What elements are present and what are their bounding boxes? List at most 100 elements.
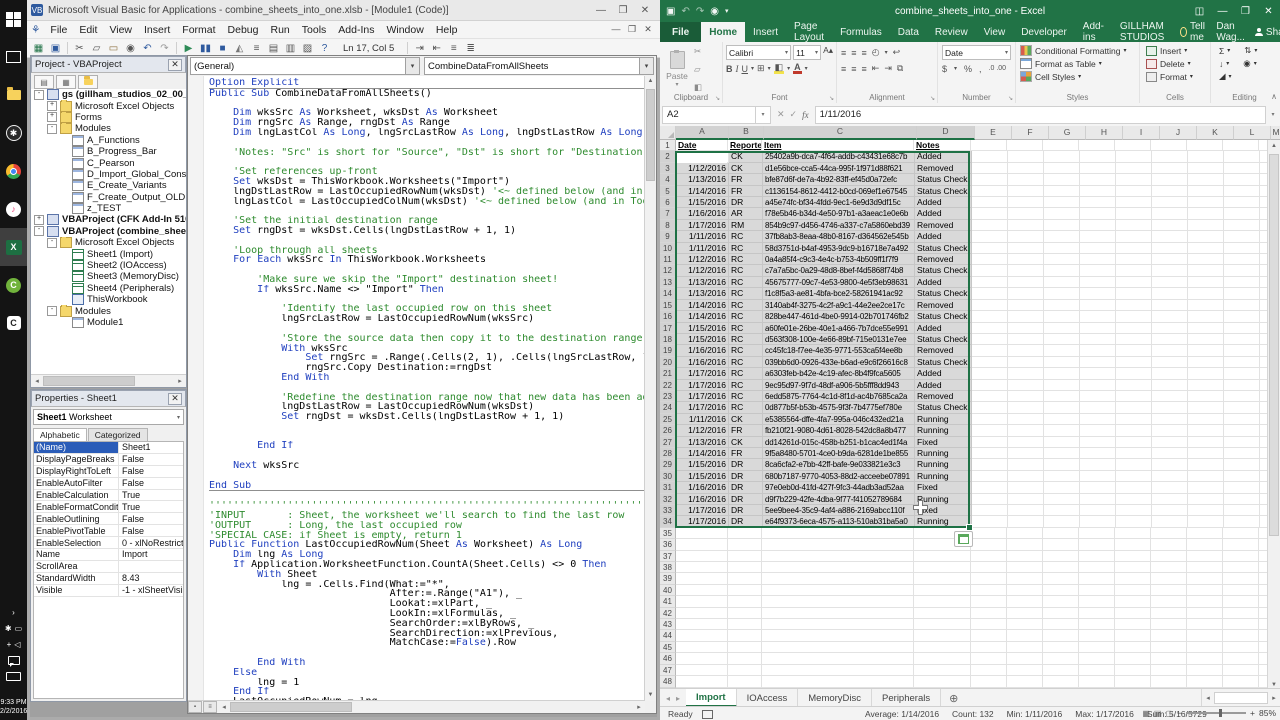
column-header-I[interactable]: I: [1123, 126, 1160, 140]
cell[interactable]: [1152, 380, 1188, 391]
fill-color-button[interactable]: ◧: [774, 63, 785, 74]
cell[interactable]: [1188, 471, 1224, 482]
code-line[interactable]: Next wksSrc: [209, 461, 645, 471]
cell[interactable]: 58d3751d-b4af-4953-9dc9-b16718e7a492: [763, 243, 915, 254]
cell[interactable]: [762, 665, 914, 676]
align-top-button[interactable]: ≡: [841, 48, 846, 58]
cell[interactable]: [1224, 300, 1260, 311]
cell[interactable]: Fixed: [915, 482, 972, 493]
project-hscrollbar[interactable]: ◂▸: [31, 374, 186, 387]
cell[interactable]: 1/11/2016: [677, 243, 729, 254]
cell[interactable]: [1116, 357, 1152, 368]
code-line[interactable]: [209, 206, 645, 216]
cell[interactable]: 0a4a85f4-c9c3-4e4c-b753-4b509ff1f7f9: [763, 254, 915, 265]
cell[interactable]: [1008, 208, 1044, 219]
cell[interactable]: [914, 630, 971, 641]
property-row[interactable]: DisplayRightToLeftFalse: [34, 466, 183, 478]
cell[interactable]: [728, 573, 762, 584]
excel-title-bar[interactable]: combine_sheets_into_one - Excel ▣ ↶ ↷ ◉ …: [660, 0, 1280, 22]
cell[interactable]: [1115, 608, 1151, 619]
cell[interactable]: [1187, 573, 1223, 584]
expand-formula-bar-icon[interactable]: ▾: [1266, 111, 1280, 118]
cell[interactable]: [1151, 608, 1187, 619]
cell[interactable]: Added: [915, 277, 972, 288]
property-row[interactable]: ScrollArea: [34, 561, 183, 573]
cell[interactable]: [728, 528, 762, 539]
cell[interactable]: 6edd5875-7764-4c1d-8f1d-ac4b7685ca2a: [763, 391, 915, 402]
cell[interactable]: [1188, 505, 1224, 516]
code-line[interactable]: [209, 422, 645, 432]
cell[interactable]: [1188, 197, 1224, 208]
property-value[interactable]: False: [119, 478, 183, 488]
tree-expander-icon[interactable]: -: [47, 238, 57, 248]
cell[interactable]: 1/17/2016: [677, 391, 729, 402]
cell[interactable]: [1188, 448, 1224, 459]
cell[interactable]: [1188, 357, 1224, 368]
cell[interactable]: [1008, 402, 1044, 413]
column-header-K[interactable]: K: [1197, 126, 1234, 140]
cell[interactable]: [1079, 573, 1115, 584]
cell[interactable]: a45e74fc-bf34-4fdd-9ec1-6e9d3d9df15c: [763, 197, 915, 208]
cell[interactable]: RC: [729, 357, 763, 368]
cell[interactable]: [1044, 459, 1080, 470]
tree-item[interactable]: +Microsoft Excel Objects: [31, 100, 186, 111]
cell[interactable]: [1224, 197, 1260, 208]
cell[interactable]: [1044, 357, 1080, 368]
cell[interactable]: [972, 380, 1008, 391]
cell[interactable]: RC: [729, 288, 763, 299]
cell[interactable]: [972, 357, 1008, 368]
cell[interactable]: [914, 676, 971, 687]
property-value[interactable]: False: [119, 466, 183, 476]
accounting-format-button[interactable]: $: [942, 64, 947, 74]
cell[interactable]: [1007, 573, 1043, 584]
row-header-19[interactable]: 19: [660, 345, 677, 356]
cell[interactable]: [1080, 323, 1116, 334]
cell[interactable]: [1152, 186, 1188, 197]
row-header-6[interactable]: 6: [660, 197, 677, 208]
zoom-in-icon[interactable]: +: [1250, 708, 1255, 718]
cell[interactable]: [1152, 277, 1188, 288]
cell[interactable]: [1080, 425, 1116, 436]
property-value[interactable]: False: [119, 454, 183, 464]
cell[interactable]: [1187, 630, 1223, 641]
cell[interactable]: [1151, 619, 1187, 630]
cell[interactable]: [1151, 528, 1187, 539]
new-sheet-icon[interactable]: ⊕: [941, 689, 966, 707]
camtasia-icon[interactable]: C: [0, 266, 27, 304]
tree-item[interactable]: F_Create_Output_OLD: [31, 192, 186, 203]
break-icon[interactable]: ▮▮: [198, 41, 213, 56]
code-line[interactable]: 'Loop through all sheets: [209, 246, 645, 256]
prev-sheet-icon[interactable]: ◂: [666, 694, 670, 703]
cell[interactable]: [1188, 186, 1224, 197]
project-explorer-icon[interactable]: ≡: [249, 41, 264, 56]
autosum-button[interactable]: Σ: [1219, 46, 1224, 56]
cell[interactable]: [1116, 334, 1152, 345]
cell[interactable]: 1/17/2016: [677, 368, 729, 379]
cell[interactable]: [1080, 505, 1116, 516]
code-line[interactable]: If wksSrc.Name <> "Import" Then: [209, 285, 645, 295]
taskbar-clock[interactable]: 9:33 PM 2/2/2016: [0, 698, 27, 716]
cell[interactable]: [1188, 265, 1224, 276]
cell[interactable]: RC: [729, 368, 763, 379]
cell[interactable]: [1080, 448, 1116, 459]
tray-display-icon[interactable]: ▭: [15, 624, 23, 633]
cell[interactable]: [972, 288, 1008, 299]
cell[interactable]: [1188, 334, 1224, 345]
merge-center-button[interactable]: ⧉: [897, 63, 903, 74]
cell[interactable]: [971, 676, 1007, 687]
cell[interactable]: [1116, 448, 1152, 459]
row-header-12[interactable]: 12: [660, 265, 677, 276]
cell[interactable]: [676, 676, 728, 687]
code-line[interactable]: Lookat:=xlPart, _: [209, 599, 645, 609]
cell[interactable]: [762, 608, 914, 619]
row-header-16[interactable]: 16: [660, 311, 677, 322]
cell[interactable]: [1043, 676, 1079, 687]
cell[interactable]: [1008, 391, 1044, 402]
cell[interactable]: [1007, 630, 1043, 641]
column-header-F[interactable]: F: [1012, 126, 1049, 140]
cell[interactable]: [676, 619, 728, 630]
cell[interactable]: [1224, 391, 1260, 402]
cell[interactable]: [1044, 311, 1080, 322]
copy-button[interactable]: ▱: [694, 64, 702, 74]
cell[interactable]: [971, 665, 1007, 676]
